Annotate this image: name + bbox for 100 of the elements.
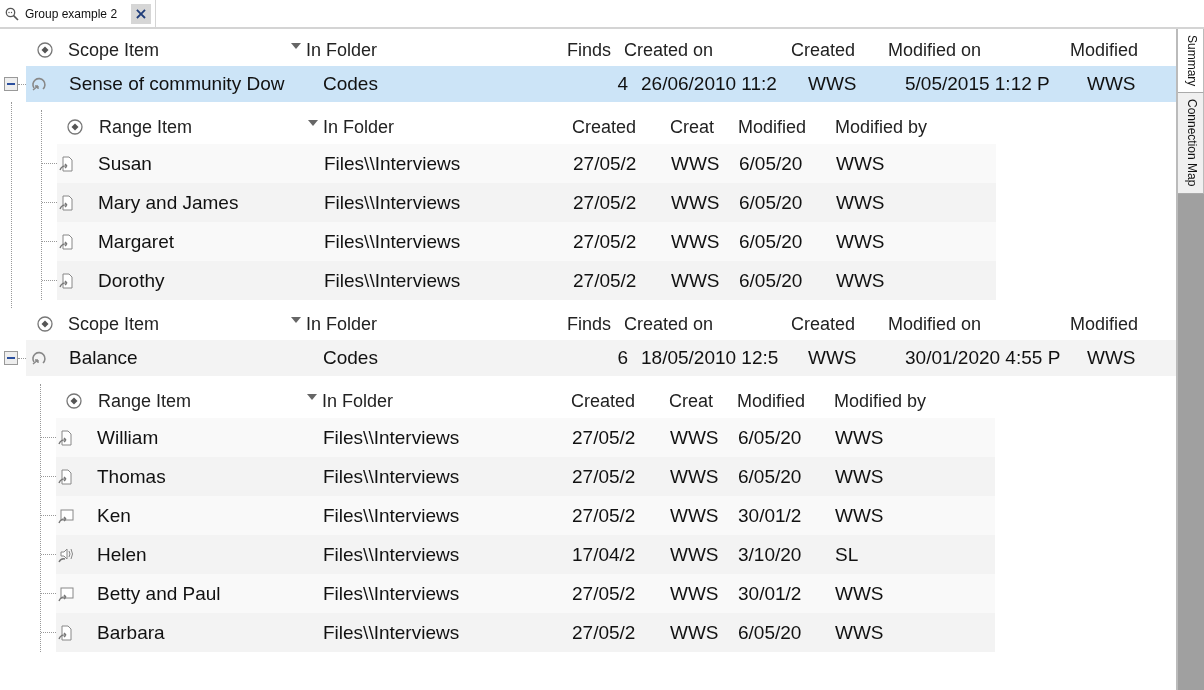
range-row[interactable]: Ken Files\\Interviews 27/05/2 WWS 30/01/2 WWS (56, 496, 995, 535)
table-cell-text: Mary and James (98, 191, 240, 214)
range-row[interactable]: Mary and James Files\\Interviews 27/05/2 WWS 6/05/20 WWS (57, 183, 996, 222)
table-cell-text: 27/05/2 (572, 465, 637, 488)
table-cell-text: 30/01/2020 4:55 P (905, 347, 1062, 369)
sort-arrow-icon[interactable] (307, 394, 317, 400)
table-cell-text: WWS (808, 347, 858, 369)
table-cell-text: 3/10/20 (738, 543, 803, 566)
finds-header[interactable]: Finds (536, 39, 611, 61)
tab-title: Group example 2 (25, 6, 118, 21)
scope-item-header[interactable]: Scope Item (68, 39, 291, 61)
table-cell-text: Betty and Paul (97, 582, 222, 605)
table-cell-text: WWS (835, 582, 885, 605)
created-header[interactable]: Created (572, 116, 670, 138)
table-cell-text: Files\\Interviews (323, 504, 461, 527)
table-cell-text: 17/04/2 (572, 543, 637, 566)
scope-item-header[interactable]: Scope Item (68, 313, 291, 335)
document-icon (58, 624, 74, 641)
modified-header[interactable]: Modified (1070, 39, 1159, 61)
created-header[interactable]: Created (791, 39, 888, 61)
scope-row[interactable]: Balance Codes 6 18/05/2010 12:5 WWS 30/01/2020 4:55 P WWS (26, 340, 1176, 376)
creat-header[interactable]: Creat (669, 390, 737, 412)
node-icon (30, 349, 48, 367)
table-cell-text: WWS (670, 621, 720, 644)
table-cell-text: 6/05/20 (739, 269, 804, 292)
table-cell-text: SL (835, 543, 860, 566)
table-cell-text: WWS (670, 504, 720, 527)
search-icon (5, 6, 19, 21)
table-cell-text: Ken (97, 504, 132, 527)
modified-by-header[interactable]: Modified by (835, 116, 994, 138)
collapse-toggle-icon[interactable] (4, 351, 18, 365)
table-cell-text: 6/05/20 (738, 465, 803, 488)
document-icon (58, 429, 74, 446)
created-header[interactable]: Created (571, 390, 669, 412)
table-cell-text: Thomas (97, 465, 167, 488)
folder-header[interactable]: In Folder (322, 390, 571, 412)
range-row[interactable]: Dorothy Files\\Interviews 27/05/2 WWS 6/05/20 WWS (57, 261, 996, 300)
modified-by-header[interactable]: Modified by (834, 390, 993, 412)
folder-header[interactable]: In Folder (306, 313, 536, 335)
range-row[interactable]: Helen Files\\Interviews 17/04/2 WWS 3/10/20 SL (56, 535, 995, 574)
table-cell-text: WWS (671, 230, 721, 253)
table-cell-text: WWS (670, 465, 720, 488)
table-cell-text: WWS (836, 152, 886, 175)
range-row[interactable]: Susan Files\\Interviews 27/05/2 WWS 6/05/20 WWS (57, 144, 996, 183)
creat-header[interactable]: Creat (670, 116, 738, 138)
modified-header[interactable]: Modified (1070, 313, 1159, 335)
collapse-toggle-icon[interactable] (4, 77, 18, 91)
range-row[interactable]: Barbara Files\\Interviews 27/05/2 WWS 6/05/20 WWS (56, 613, 995, 652)
scope-row[interactable]: Sense of community Dow Codes 4 26/06/2010 11:2 WWS 5/05/2015 1:12 P WWS (26, 66, 1176, 102)
table-cell-text: 30/01/2 (738, 582, 803, 605)
range-row[interactable]: Margaret Files\\Interviews 27/05/2 WWS 6/05/20 WWS (57, 222, 996, 261)
modified-on-header[interactable]: Modified on (888, 313, 1070, 335)
table-cell-text: WWS (670, 543, 720, 566)
range-row[interactable]: Thomas Files\\Interviews 27/05/2 WWS 6/05/20 WWS (56, 457, 995, 496)
table-cell-text: 5/05/2015 1:12 P (905, 73, 1051, 95)
table-cell-text: Files\\Interviews (323, 582, 461, 605)
add-circle-icon[interactable] (37, 42, 53, 58)
table-cell-text: 6/05/20 (738, 426, 803, 449)
sort-arrow-icon[interactable] (291, 43, 301, 49)
table-cell-text: 6/05/20 (739, 191, 804, 214)
folder-header[interactable]: In Folder (306, 39, 536, 61)
table-cell-text: 27/05/2 (573, 152, 638, 175)
document-icon (59, 155, 75, 172)
table-cell-text: Files\\Interviews (324, 230, 462, 253)
side-tab[interactable]: Connection Map (1178, 93, 1204, 194)
side-tab[interactable]: Summary (1178, 29, 1204, 94)
add-circle-icon[interactable] (37, 316, 53, 332)
range-row[interactable]: Betty and Paul Files\\Interviews 27/05/2 WWS 30/01/2 WWS (56, 574, 995, 613)
table-cell-text: 6/05/20 (738, 621, 803, 644)
table-cell-text: Barbara (97, 621, 166, 644)
table-cell-text: Susan (98, 152, 153, 175)
table-cell-text: Helen (97, 543, 148, 566)
created-on-header[interactable]: Created on (624, 313, 791, 335)
table-cell-text: 27/05/2 (573, 191, 638, 214)
sort-arrow-icon[interactable] (308, 120, 318, 126)
table-cell-text: 27/05/2 (572, 504, 637, 527)
add-circle-icon[interactable] (66, 393, 82, 409)
table-cell-text: Files\\Interviews (324, 269, 462, 292)
finds-header[interactable]: Finds (536, 313, 611, 335)
table-cell-text: Files\\Interviews (323, 621, 461, 644)
range-row[interactable]: William Files\\Interviews 27/05/2 WWS 6/05/20 WWS (56, 418, 995, 457)
created-on-header[interactable]: Created on (624, 39, 791, 61)
table-cell-text: 27/05/2 (573, 269, 638, 292)
modified-header[interactable]: Modified (738, 116, 835, 138)
range-item-header[interactable]: Range Item (98, 390, 307, 412)
table-cell-text: Files\\Interviews (323, 465, 461, 488)
add-circle-icon[interactable] (67, 119, 83, 135)
table-cell-text: 30/01/2 (738, 504, 803, 527)
close-button[interactable]: × (131, 3, 152, 24)
table-cell-text: 6 (616, 347, 628, 369)
document-icon (59, 194, 75, 211)
table-cell-text: Balance (69, 347, 139, 369)
sort-arrow-icon[interactable] (291, 317, 301, 323)
modified-on-header[interactable]: Modified on (888, 39, 1070, 61)
table-cell-text: Margaret (98, 230, 176, 253)
created-header[interactable]: Created (791, 313, 888, 335)
table-cell-text: 4 (616, 73, 628, 95)
folder-header[interactable]: In Folder (323, 116, 572, 138)
modified-header[interactable]: Modified (737, 390, 834, 412)
range-item-header[interactable]: Range Item (99, 116, 308, 138)
